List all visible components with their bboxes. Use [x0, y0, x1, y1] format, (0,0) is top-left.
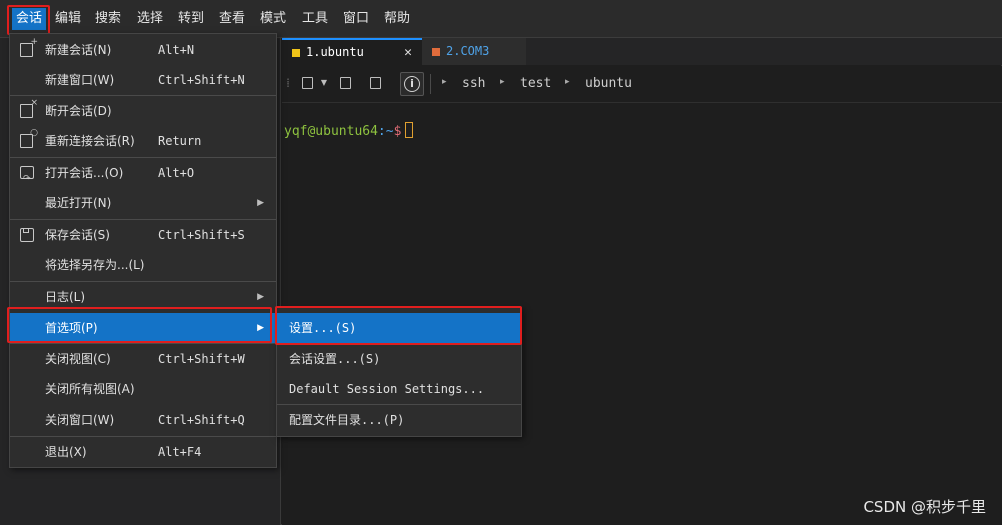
terminal-cursor — [405, 122, 414, 138]
tab-label: 1.ubuntu — [306, 45, 364, 59]
info-icon: i — [404, 76, 420, 92]
tab-1-ubuntu[interactable]: 1.ubuntu ✕ — [282, 38, 422, 65]
shell-prompt: yqf@ubuntu64:~$ — [284, 122, 414, 139]
tab-2-com3[interactable]: 2.COM3 — [422, 38, 526, 65]
breadcrumb-ssh[interactable]: ssh — [462, 76, 485, 91]
menu-item-log[interactable]: 日志(L) ▶ — [10, 282, 276, 312]
menu-item-preferences[interactable]: 首选项(P) ▶ — [10, 313, 276, 343]
prompt-path: :~ — [377, 124, 394, 139]
menu-item-close-all-views[interactable]: 关闭所有视图(A) — [10, 374, 276, 404]
submenu-arrow-icon: ▶ — [257, 292, 264, 302]
save-icon — [20, 228, 34, 242]
toolbar-grip-icon: ⁞ — [286, 76, 290, 90]
submenu-item-config-directory[interactable]: 配置文件目录...(P) — [277, 405, 521, 435]
menu-mode[interactable]: 模式 — [256, 8, 290, 30]
prompt-user-host: yqf@ubuntu64 — [284, 124, 378, 139]
breadcrumb-arrow-icon: ▸ — [442, 77, 447, 87]
breadcrumb-arrow-icon: ▸ — [500, 77, 505, 87]
menu-item-save-session[interactable]: 保存会话(S) Ctrl+Shift+S — [10, 220, 276, 250]
menu-item-save-selection-as[interactable]: 将选择另存为...(L) — [10, 250, 276, 280]
breadcrumb-test[interactable]: test — [520, 76, 551, 91]
menu-item-reconnect[interactable]: ○ 重新连接会话(R) Return — [10, 126, 276, 156]
tab-bar: 1.ubuntu ✕ 2.COM3 — [282, 38, 1002, 65]
submenu-item-default-session-settings[interactable]: Default Session Settings... — [277, 374, 521, 404]
reconnect-icon: ○ — [20, 129, 38, 148]
session-menu-dropdown: + 新建会话(N) Alt+N 新建窗口(W) Ctrl+Shift+N × 断… — [9, 33, 277, 468]
menu-search[interactable]: 搜索 — [91, 8, 125, 30]
tab-label: 2.COM3 — [446, 44, 490, 58]
new-session-icon: + — [20, 38, 38, 57]
reconnect-icon[interactable] — [370, 77, 381, 89]
submenu-item-settings[interactable]: 设置...(S) — [277, 313, 521, 343]
menu-item-disconnect[interactable]: × 断开会话(D) — [10, 96, 276, 126]
menu-item-new-window[interactable]: 新建窗口(W) Ctrl+Shift+N — [10, 65, 276, 95]
disconnect-icon: × — [20, 99, 38, 118]
menu-edit[interactable]: 编辑 — [51, 8, 85, 30]
submenu-arrow-icon: ▶ — [257, 323, 264, 333]
menu-item-recent[interactable]: 最近打开(N) ▶ — [10, 188, 276, 218]
breadcrumb-ubuntu[interactable]: ubuntu — [585, 76, 632, 91]
toolbar-separator — [430, 74, 431, 94]
menu-view[interactable]: 查看 — [215, 8, 249, 30]
menu-item-new-session[interactable]: + 新建会话(N) Alt+N — [10, 35, 276, 65]
menu-tools[interactable]: 工具 — [298, 8, 332, 30]
new-session-icon[interactable] — [302, 77, 313, 89]
tab-status-dot — [432, 47, 440, 56]
menu-session[interactable]: 会话 — [12, 8, 47, 30]
dropdown-arrow-icon[interactable]: ▼ — [319, 75, 329, 91]
menu-item-exit[interactable]: 退出(X) Alt+F4 — [10, 437, 276, 467]
breadcrumb-arrow-icon: ▸ — [565, 77, 570, 87]
tab-status-dot — [292, 48, 300, 57]
menu-item-close-view[interactable]: 关闭视图(C) Ctrl+Shift+W — [10, 344, 276, 374]
menu-help[interactable]: 帮助 — [380, 8, 414, 30]
tab-close-icon[interactable]: ✕ — [404, 40, 412, 65]
menu-select[interactable]: 选择 — [133, 8, 167, 30]
submenu-arrow-icon: ▶ — [257, 198, 264, 208]
menu-item-close-window[interactable]: 关闭窗口(W) Ctrl+Shift+Q — [10, 405, 276, 435]
menu-goto[interactable]: 转到 — [174, 8, 208, 30]
menu-item-open-session[interactable]: ↷ 打开会话...(O) Alt+O — [10, 158, 276, 188]
session-toolbar: ⁞ ▼ i ▸ ssh ▸ test ▸ ubuntu — [282, 66, 1002, 103]
watermark-text: CSDN @积步千里 — [863, 498, 986, 516]
prompt-dollar: $ — [393, 124, 402, 139]
menu-window[interactable]: 窗口 — [339, 8, 373, 30]
disconnect-icon[interactable] — [340, 77, 351, 89]
submenu-item-session-settings[interactable]: 会话设置...(S) — [277, 344, 521, 374]
open-session-icon: ↷ — [20, 166, 34, 184]
info-button[interactable]: i — [400, 72, 424, 96]
preferences-submenu: 设置...(S) 会话设置...(S) Default Session Sett… — [276, 307, 522, 437]
